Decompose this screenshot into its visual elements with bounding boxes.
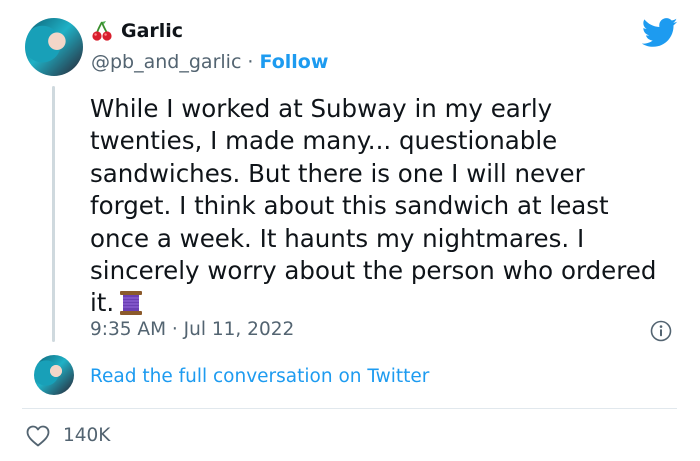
thread-line (52, 86, 55, 342)
read-conversation-link[interactable]: Read the full conversation on Twitter (90, 366, 429, 387)
info-icon[interactable] (650, 320, 672, 342)
author-avatar[interactable] (25, 18, 83, 76)
handle-separator: · (241, 51, 260, 73)
tweet-text-block: While I worked at Subway in my early twe… (90, 93, 670, 320)
twitter-bird-icon[interactable] (642, 18, 678, 48)
author-handle[interactable]: @pb_and_garlic (91, 51, 241, 73)
handle-row: @pb_and_garlic · Follow (91, 51, 328, 73)
author-name[interactable]: Garlic (121, 20, 183, 42)
author-name-row[interactable]: Garlic (91, 20, 183, 42)
reply-avatar[interactable] (34, 355, 74, 395)
cherries-icon (92, 21, 112, 41)
divider (22, 408, 677, 409)
tweet-timestamp[interactable]: 9:35 AM · Jul 11, 2022 (90, 319, 294, 340)
thread-spool-icon (120, 291, 143, 316)
tweet-text: While I worked at Subway in my early twe… (90, 94, 657, 318)
like-count: 140K (63, 425, 111, 446)
follow-button[interactable]: Follow (260, 51, 329, 73)
heart-icon[interactable] (26, 425, 50, 447)
